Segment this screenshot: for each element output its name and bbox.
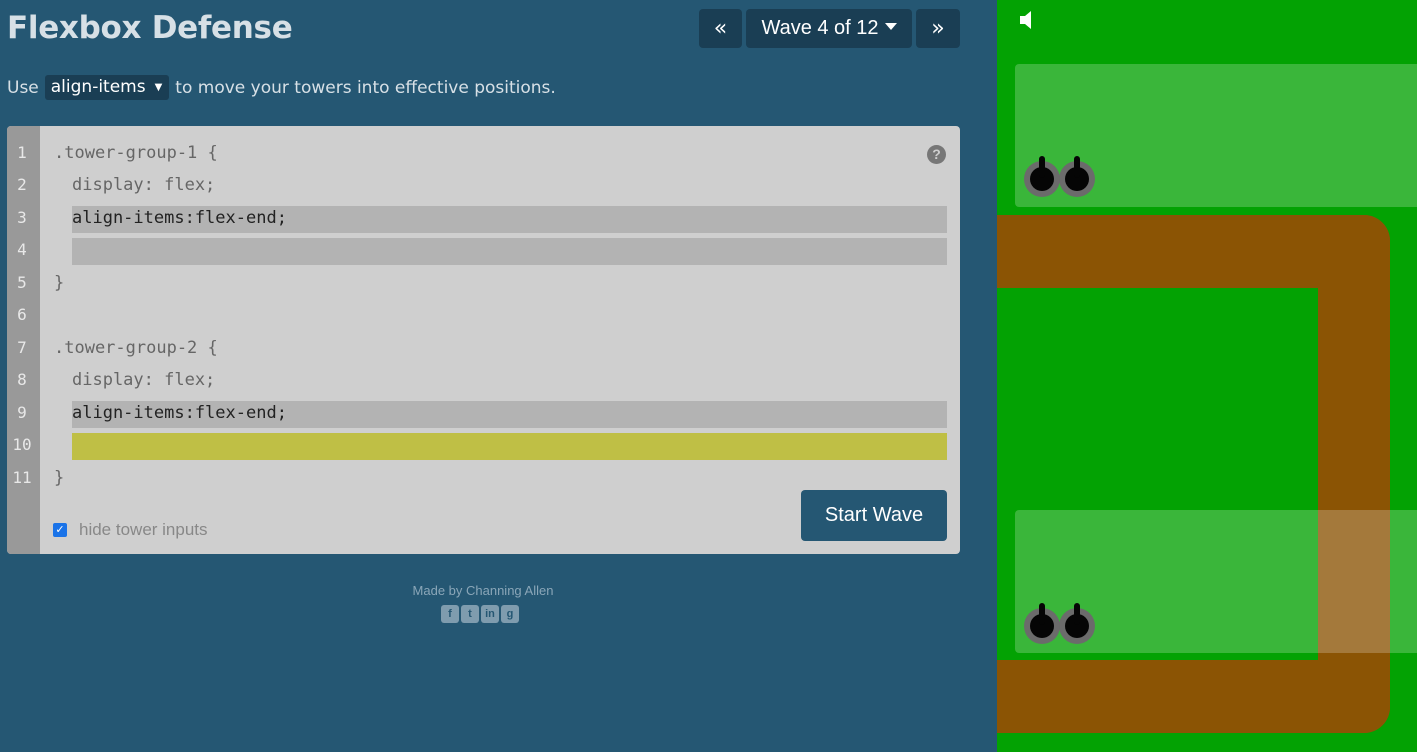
- wave-label: Wave 4 of 12: [761, 17, 879, 39]
- line-number: 11: [12, 468, 32, 487]
- credit-text: Made by Channing Allen: [412, 583, 554, 598]
- property-name: align-items: [50, 77, 146, 97]
- instructions: Use align-items ▼ to move your towers in…: [7, 75, 556, 100]
- code-editor: 1 2 3 4 5 6 7 8 9 10 11 ? .tower-group-1…: [7, 126, 960, 554]
- line-number: 9: [17, 403, 27, 422]
- hide-tower-inputs-checkbox[interactable]: ✓: [53, 523, 67, 537]
- code-line-display-2: display: flex;: [72, 370, 216, 390]
- code-line-selector-2: .tower-group-2 {: [54, 338, 218, 358]
- css-input-value: align-items:flex-end;: [72, 403, 287, 423]
- css-input-line-4[interactable]: [72, 238, 947, 265]
- tower: [1059, 156, 1095, 197]
- enemy-path-right: [1318, 215, 1390, 733]
- instructions-suffix: to move your towers into effective posit…: [175, 77, 556, 98]
- game-board: [997, 0, 1417, 752]
- line-number: 3: [17, 208, 27, 227]
- instructions-prefix: Use: [7, 77, 39, 98]
- linkedin-icon[interactable]: in: [481, 605, 499, 623]
- previous-wave-button[interactable]: «: [699, 9, 742, 48]
- css-input-line-3[interactable]: align-items:flex-end;: [72, 206, 947, 233]
- twitter-icon[interactable]: t: [461, 605, 479, 623]
- line-number-gutter: 1 2 3 4 5 6 7 8 9 10 11: [7, 126, 40, 554]
- line-number: 7: [17, 338, 27, 357]
- line-number: 10: [12, 435, 32, 454]
- code-line-selector-1: .tower-group-1 {: [54, 143, 218, 163]
- css-input-line-10[interactable]: [72, 433, 947, 460]
- css-input-value: align-items:flex-end;: [72, 208, 287, 228]
- caret-down-icon: [884, 23, 897, 30]
- enemy-path-bottom: [997, 660, 1390, 733]
- tower: [1024, 603, 1060, 644]
- start-wave-button[interactable]: Start Wave: [801, 490, 947, 541]
- line-number: 1: [17, 143, 27, 162]
- tower-group-1: [1015, 64, 1417, 207]
- wave-selector[interactable]: Wave 4 of 12: [746, 9, 912, 48]
- github-icon[interactable]: g: [501, 605, 519, 623]
- hide-tower-inputs-label: hide tower inputs: [79, 520, 208, 539]
- social-links: f t in g: [441, 605, 519, 623]
- next-wave-button[interactable]: »: [916, 9, 960, 48]
- code-line-display-1: display: flex;: [72, 175, 216, 195]
- css-input-line-9[interactable]: align-items:flex-end;: [72, 401, 947, 428]
- line-number: 8: [17, 370, 27, 389]
- caret-down-icon: ▼: [154, 81, 163, 93]
- double-chevron-left-icon: «: [713, 16, 728, 41]
- speaker-icon[interactable]: [1019, 9, 1035, 31]
- line-number: 2: [17, 175, 27, 194]
- help-icon[interactable]: ?: [927, 145, 946, 164]
- facebook-icon[interactable]: f: [441, 605, 459, 623]
- line-number: 4: [17, 240, 27, 259]
- property-dropdown[interactable]: align-items ▼: [44, 75, 170, 100]
- code-line-close-1: }: [54, 273, 65, 293]
- app-title: Flexbox Defense: [7, 10, 293, 46]
- tower: [1059, 603, 1095, 644]
- line-number: 5: [17, 273, 27, 292]
- code-line-close-2: }: [54, 468, 65, 488]
- tower: [1024, 156, 1060, 197]
- line-number: 6: [17, 305, 27, 324]
- editor-panel: Flexbox Defense « Wave 4 of 12 » Use ali…: [0, 0, 997, 752]
- tower-group-2: [1015, 510, 1417, 653]
- double-chevron-right-icon: »: [931, 16, 945, 41]
- hide-tower-inputs-toggle[interactable]: ✓ hide tower inputs: [53, 520, 208, 540]
